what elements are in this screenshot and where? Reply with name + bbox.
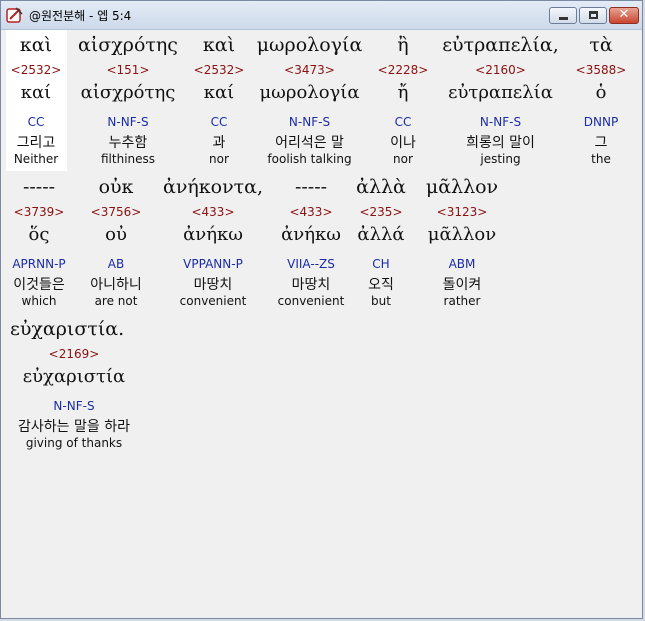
verse-row-3: εὐχαριστία. <2169> εὐχαριστία N-NF-S 감사하…	[6, 318, 640, 458]
greek-surface: αἰσχρότης	[78, 34, 178, 56]
greek-surface: εὐχαριστία.	[10, 318, 125, 340]
minimize-button[interactable]	[549, 7, 577, 24]
greek-lemma: μωρολογία	[259, 82, 360, 103]
window-title: @원전분해 - 엡 5:4	[29, 9, 132, 23]
english-gloss: convenient	[179, 294, 247, 308]
greek-surface: οὐκ	[98, 176, 134, 198]
greek-lemma: καί	[20, 82, 52, 103]
strong-number: <433>	[191, 205, 235, 219]
maximize-button[interactable]	[579, 7, 607, 24]
greek-surface: καὶ	[202, 34, 236, 56]
morph-code: CC	[27, 115, 45, 129]
greek-surface: ἀλλὰ	[356, 176, 406, 198]
english-gloss: filthiness	[100, 152, 156, 166]
greek-lemma: εὐτραπελία	[448, 82, 553, 103]
english-gloss: convenient	[277, 294, 345, 308]
greek-lemma: αἰσχρότης	[80, 82, 176, 103]
morph-code: N-NF-S	[288, 115, 331, 129]
verse-row-2: ----- <3739> ὅς APRNN-P 이것들은 which οὐκ <…	[6, 176, 640, 316]
english-gloss: rather	[443, 294, 481, 308]
korean-gloss: 누추함	[108, 135, 148, 151]
english-gloss: the	[591, 152, 611, 166]
morph-code: N-NF-S	[479, 115, 522, 129]
english-gloss: nor	[393, 152, 413, 166]
strong-number: <2228>	[377, 63, 429, 77]
greek-surface: -----	[294, 176, 328, 198]
english-gloss: but	[371, 294, 391, 308]
korean-gloss: 감사하는 말을 하라	[18, 419, 130, 435]
strong-number: <2532>	[193, 63, 245, 77]
morph-code: CH	[372, 257, 390, 271]
korean-gloss: 희롱의 말이	[466, 135, 535, 151]
morph-code: CC	[210, 115, 228, 129]
greek-surface: μᾶλλον	[425, 176, 499, 198]
korean-gloss: 마땅치	[193, 277, 233, 293]
korean-gloss: 아니하니	[90, 277, 142, 293]
korean-gloss: 그리고	[16, 135, 56, 151]
english-gloss: are not	[94, 294, 138, 308]
english-gloss: jesting	[480, 152, 521, 166]
greek-lemma: μᾶλλον	[427, 224, 497, 245]
greek-surface: ἀνήκοντα,	[162, 176, 263, 198]
greek-surface: τὰ	[589, 34, 613, 56]
strong-number: <3588>	[575, 63, 627, 77]
morph-code: N-NF-S	[107, 115, 149, 129]
korean-gloss: 오직	[368, 277, 394, 293]
app-window: @원전분해 - 엡 5:4 ✕ καὶ <2532> καί CC 그리고 Ne…	[0, 0, 643, 619]
korean-gloss: 이나	[390, 135, 416, 151]
minimize-icon	[559, 17, 568, 20]
strong-number: <235>	[359, 205, 403, 219]
greek-surface: ἢ	[397, 34, 409, 56]
greek-surface: -----	[22, 176, 56, 198]
korean-gloss: 돌이켜	[442, 277, 482, 293]
close-button[interactable]: ✕	[609, 7, 639, 24]
strong-number: <3739>	[13, 205, 65, 219]
english-gloss: foolish talking	[267, 152, 352, 166]
app-logo-icon	[6, 7, 23, 23]
title-bar[interactable]: @원전분해 - 엡 5:4 ✕	[1, 1, 642, 30]
morph-code: VIIA--ZS	[287, 257, 335, 271]
greek-lemma: ἤ	[397, 82, 409, 103]
greek-lemma: ἀλλά	[357, 224, 405, 245]
strong-number: <2532>	[10, 63, 62, 77]
english-gloss: Neither	[13, 152, 59, 166]
greek-lemma: ὁ	[595, 82, 607, 103]
strong-number: <3473>	[284, 63, 335, 77]
strong-number: <2169>	[48, 347, 100, 361]
verse-row-1: καὶ <2532> καί CC 그리고 Neither αἰσχρότης …	[6, 34, 640, 174]
morph-code: CC	[394, 115, 412, 129]
morph-code: AB	[107, 257, 125, 271]
greek-lemma: ἀνήκω	[281, 224, 341, 245]
greek-surface: μωρολογία	[256, 34, 363, 56]
greek-lemma: καί	[203, 82, 235, 103]
greek-lemma: εὐχαριστία	[22, 366, 126, 387]
strong-number: <433>	[289, 205, 333, 219]
parsing-panel: καὶ <2532> καί CC 그리고 Neither αἰσχρότης …	[6, 30, 640, 615]
greek-surface: καὶ	[19, 34, 53, 56]
morph-code: DNNP	[583, 115, 619, 129]
strong-number: <3756>	[90, 205, 142, 219]
strong-number: <151>	[106, 63, 150, 77]
greek-surface: εὐτραπελία,	[442, 34, 559, 56]
close-icon: ✕	[618, 7, 630, 22]
maximize-icon	[589, 11, 598, 19]
greek-lemma: ὅς	[28, 224, 50, 245]
greek-lemma: οὐ	[105, 224, 127, 245]
korean-gloss: 마땅치	[291, 277, 331, 293]
greek-lemma: ἀνήκω	[183, 224, 243, 245]
korean-gloss: 과	[212, 135, 226, 151]
english-gloss: which	[21, 294, 57, 308]
strong-number: <3123>	[436, 205, 488, 219]
morph-code: ABM	[448, 257, 476, 271]
english-gloss: nor	[209, 152, 229, 166]
korean-gloss: 그	[594, 135, 608, 151]
korean-gloss: 이것들은	[13, 277, 65, 293]
strong-number: <2160>	[475, 63, 526, 77]
morph-code: VPPANN-P	[183, 257, 243, 271]
korean-gloss: 어리석은 말	[275, 135, 344, 151]
morph-code: APRNN-P	[12, 257, 66, 271]
english-gloss: giving of thanks	[25, 436, 123, 450]
morph-code: N-NF-S	[53, 399, 95, 413]
